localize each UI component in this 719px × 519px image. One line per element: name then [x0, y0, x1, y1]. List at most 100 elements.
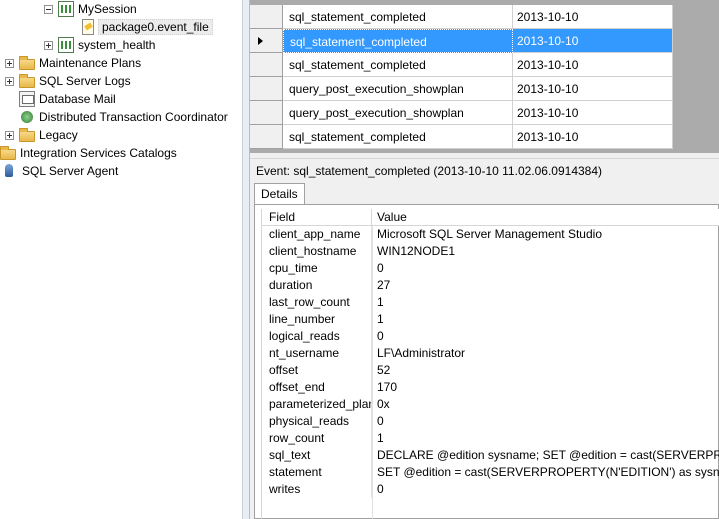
timestamp-cell[interactable]: 2013-10-10 11.02.06.0897625	[513, 5, 673, 48]
event-name-cell[interactable]: sql_statement_completed	[283, 29, 513, 53]
field-value: Microsoft SQL Server Management Studio	[377, 227, 602, 241]
table-row[interactable]: offset 52	[262, 362, 719, 379]
table-row[interactable]: sql_text DECLARE @edition sysname; SET @…	[262, 447, 719, 464]
tree-node-system-health[interactable]: system_health	[44, 36, 155, 54]
field-name: sql_text	[262, 447, 372, 464]
field-name: statement	[262, 464, 372, 481]
row-selector[interactable]	[250, 53, 283, 77]
table-row[interactable]: sql_statement_completed 2013-10-10 11.02…	[250, 125, 673, 149]
collapse-icon[interactable]	[44, 4, 53, 14]
timestamp-cell[interactable]: 2013-10-10 11.02.06.1064533	[513, 125, 673, 149]
tree-node-database-mail[interactable]: Database Mail	[5, 90, 116, 108]
table-row[interactable]: row_count 1	[262, 430, 719, 447]
field-name: line_number	[262, 311, 372, 328]
event-name-cell[interactable]: sql_statement_completed	[283, 125, 513, 149]
tree-node-label: package0.event_file	[98, 19, 213, 35]
tree-node-event-file[interactable]: package0.event_file	[80, 18, 213, 36]
table-row[interactable]: nt_username LF\Administrator	[262, 345, 719, 362]
table-row[interactable]: duration 27	[262, 277, 719, 294]
mail-icon	[19, 91, 35, 107]
table-row[interactable]: sql_statement_completed 2013-10-10 11.02…	[250, 29, 673, 72]
fields-table: Field Value client_app_name Microsoft SQ…	[261, 209, 719, 519]
tree-node-label: MySession	[78, 2, 137, 16]
field-name: offset	[262, 362, 372, 379]
field-value: WIN12NODE1	[377, 244, 456, 258]
field-value: DECLARE @edition sysname; SET @edition =…	[377, 448, 719, 462]
folder-icon	[19, 74, 35, 88]
expand-icon[interactable]	[5, 58, 14, 68]
event-name-cell[interactable]: query_post_execution_showplan	[283, 77, 513, 101]
field-value: 0	[377, 414, 384, 428]
table-row[interactable]: logical_reads 0	[262, 328, 719, 345]
field-value: SET @edition = cast(SERVERPROPERTY(N'EDI…	[377, 465, 719, 479]
table-row[interactable]: query_post_execution_showplan 2013-10-10…	[250, 101, 673, 144]
tree-node-legacy[interactable]: Legacy	[5, 126, 78, 144]
tree-node-maintenance-plans[interactable]: Maintenance Plans	[5, 54, 141, 72]
table-row[interactable]: physical_reads 0	[262, 413, 719, 430]
expand-icon[interactable]	[5, 130, 14, 140]
events-grid[interactable]: sql_statement_completed 2013-10-10 11.02…	[250, 0, 719, 153]
tree-node-integration-services[interactable]: Integration Services Catalogs	[0, 144, 177, 162]
fields-table-header: Field Value	[262, 209, 719, 226]
field-name: offset_end	[262, 379, 372, 396]
table-row[interactable]: offset_end 170	[262, 379, 719, 396]
value-column-header[interactable]: Value	[372, 209, 719, 225]
table-row[interactable]: cpu_time 0	[262, 260, 719, 277]
field-value: 52	[377, 363, 391, 377]
row-selector[interactable]	[250, 5, 283, 29]
table-row[interactable]: line_number 1	[262, 311, 719, 328]
table-row[interactable]: last_row_count 1	[262, 294, 719, 311]
field-value: 27	[377, 278, 391, 292]
timestamp-cell[interactable]: 2013-10-10 11.02.06.0914384	[513, 29, 673, 72]
details-tab-page: Field Value client_app_name Microsoft SQ…	[254, 204, 719, 519]
tree-node-sql-server-logs[interactable]: SQL Server Logs	[5, 72, 131, 90]
row-selector[interactable]	[250, 101, 283, 125]
expand-icon[interactable]	[44, 40, 53, 50]
tree-node-sql-server-agent[interactable]: SQL Server Agent	[2, 162, 118, 180]
tree-node-dtc[interactable]: Distributed Transaction Coordinator	[5, 108, 228, 126]
field-value: 1	[377, 312, 384, 326]
event-name-cell[interactable]: query_post_execution_showplan	[283, 101, 513, 125]
field-value: LF\Administrator	[377, 346, 466, 360]
row-selector[interactable]	[250, 125, 283, 149]
tree-node-label: SQL Server Agent	[22, 164, 119, 178]
tree-node-mysession[interactable]: MySession	[44, 0, 137, 18]
field-column-header[interactable]: Field	[262, 209, 372, 225]
folder-icon	[19, 56, 35, 70]
dtc-icon	[19, 109, 35, 125]
field-value: 1	[377, 431, 384, 445]
event-details-panel: Event: sql_statement_completed (2013-10-…	[250, 159, 719, 519]
tree-node-label: Maintenance Plans	[39, 56, 142, 70]
table-row[interactable]: writes 0	[262, 481, 719, 498]
table-row[interactable]: parameterized_plan... 0x	[262, 396, 719, 413]
field-name: physical_reads	[262, 413, 372, 430]
table-row[interactable]: client_app_name Microsoft SQL Server Man…	[262, 226, 719, 243]
field-name: duration	[262, 277, 372, 294]
row-selector[interactable]	[250, 29, 283, 53]
timestamp-cell[interactable]: 2013-10-10 11.02.06.0914808	[513, 53, 673, 96]
field-name: nt_username	[262, 345, 372, 362]
expand-icon[interactable]	[5, 76, 14, 86]
tree-node-label: Integration Services Catalogs	[20, 146, 177, 160]
vertical-splitter[interactable]	[242, 0, 250, 519]
table-row[interactable]: sql_statement_completed 2013-10-10 11.02…	[250, 5, 673, 48]
table-row[interactable]: sql_statement_completed 2013-10-10 11.02…	[250, 53, 673, 96]
field-name: last_row_count	[262, 294, 372, 311]
event-name-cell[interactable]: sql_statement_completed	[283, 5, 513, 29]
field-value: 0	[377, 261, 384, 275]
tab-details[interactable]: Details	[254, 183, 305, 205]
field-name: parameterized_plan...	[262, 396, 372, 413]
tree-node-label: Distributed Transaction Coordinator	[39, 110, 228, 124]
object-explorer-tree: MySession package0.event_file system_hea…	[0, 0, 242, 519]
event-name-cell[interactable]: sql_statement_completed	[283, 53, 513, 77]
table-row[interactable]: client_hostname WIN12NODE1	[262, 243, 719, 260]
session-icon	[58, 1, 74, 17]
table-row[interactable]: statement SET @edition = cast(SERVERPROP…	[262, 464, 719, 481]
row-selector[interactable]	[250, 77, 283, 101]
field-value: 0	[377, 329, 384, 343]
timestamp-cell[interactable]: 2013-10-10 11.02.06.0984304	[513, 101, 673, 144]
table-row[interactable]: query_post_execution_showplan 2013-10-10…	[250, 77, 673, 120]
timestamp-cell[interactable]: 2013-10-10 11.02.06.0938535	[513, 77, 673, 120]
